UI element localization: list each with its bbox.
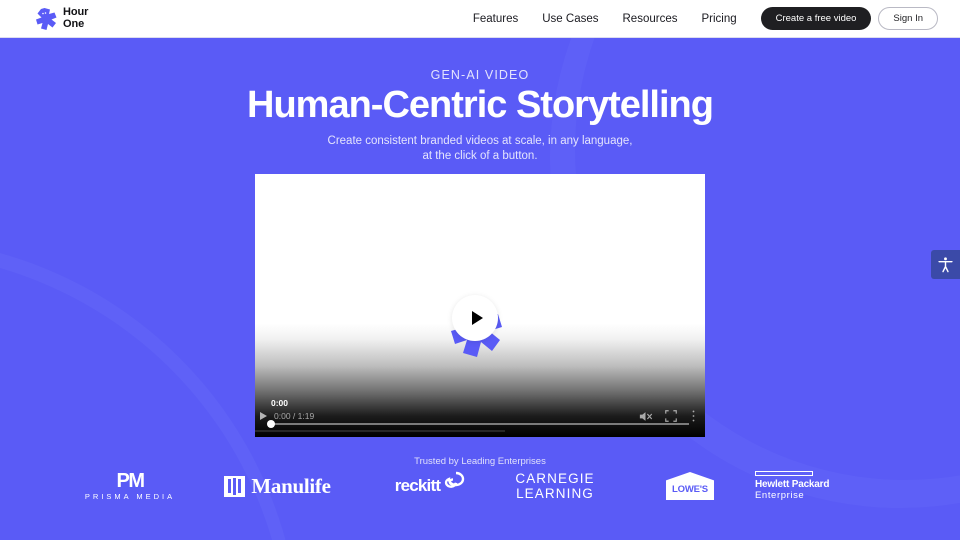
kebab-menu-icon[interactable] [688,409,699,423]
lowes-name: LOWE'S [672,484,708,495]
accessibility-widget-button[interactable] [931,250,960,279]
page-root: Hour One Features Use Cases Resources Pr… [0,0,960,540]
manulife-name: Manulife [251,473,331,498]
nav-item-pricing[interactable]: Pricing [689,7,748,31]
client-logo-strip: PM PRISMA MEDIA Manulife reckitt CARNEGI… [0,462,960,510]
logo-carnegie-learning: CARNEGIE LEARNING [485,471,625,501]
accessibility-icon [938,257,953,273]
hero-eyebrow: GEN-AI VIDEO [430,68,530,82]
hero-subtitle: Create consistent branded videos at scal… [0,134,960,164]
carnegie-line2: LEARNING [516,486,594,501]
hpe-line2: Enterprise [755,490,805,501]
nav-item-resources[interactable]: Resources [611,7,690,31]
logo-prisma-media: PM PRISMA MEDIA [55,471,205,501]
play-icon [471,311,483,325]
logo-manulife: Manulife [205,474,350,499]
video-buffered-bar [255,430,505,432]
video-progress-bar[interactable] [267,420,689,428]
hero-subtitle-line2: at the click of a button. [422,150,538,162]
video-time-tooltip: 0:00 [271,398,289,408]
reckitt-swirl-icon [444,471,465,488]
hpe-bar-icon [755,471,813,476]
brand-logo[interactable]: Hour One [36,6,89,31]
hourone-star-logo-icon [36,7,57,30]
video-play-icon[interactable] [260,412,267,420]
hero-subtitle-line1: Create consistent branded videos at scal… [327,135,633,147]
reckitt-name: reckitt [394,476,441,495]
video-controls-row: 0:00 / 1:19 [255,409,705,423]
logo-reckitt: reckitt [350,471,485,496]
manulife-mark-icon [224,475,246,497]
video-controls-bar: 0:00 0:00 / 1:19 [255,395,705,437]
prisma-media-name: PRISMA MEDIA [84,492,176,501]
carnegie-line1: CARNEGIE [515,471,595,486]
nav-item-features[interactable]: Features [461,7,530,31]
video-play-overlay-button[interactable] [448,295,512,359]
video-player[interactable]: 0:00 0:00 / 1:19 [255,174,705,437]
site-header: Hour One Features Use Cases Resources Pr… [0,0,960,38]
main-navigation: Features Use Cases Resources Pricing Cre… [461,7,938,31]
logo-hewlett-packard-enterprise: Hewlett Packard Enterprise [755,471,905,501]
page-title: Human-Centric Storytelling [247,84,714,126]
logo-lowes: LOWE'S [625,472,755,500]
brand-name-line1: Hour [63,6,89,18]
play-button-circle[interactable] [452,295,498,341]
prisma-media-mark: PM [116,470,146,492]
lowes-house-icon: LOWE'S [666,472,714,500]
fullscreen-icon[interactable] [664,409,678,423]
sign-in-button[interactable]: Sign In [878,7,938,30]
brand-name-line2: One [63,17,85,30]
brand-name: Hour One [63,6,89,30]
hpe-line1: Hewlett Packard [755,479,830,490]
video-time-display: 0:00 / 1:19 [274,411,315,421]
video-progress-knob[interactable] [267,420,275,428]
nav-item-use-cases[interactable]: Use Cases [530,7,610,31]
volume-muted-icon[interactable] [638,409,653,424]
create-free-video-button[interactable]: Create a free video [760,7,872,30]
